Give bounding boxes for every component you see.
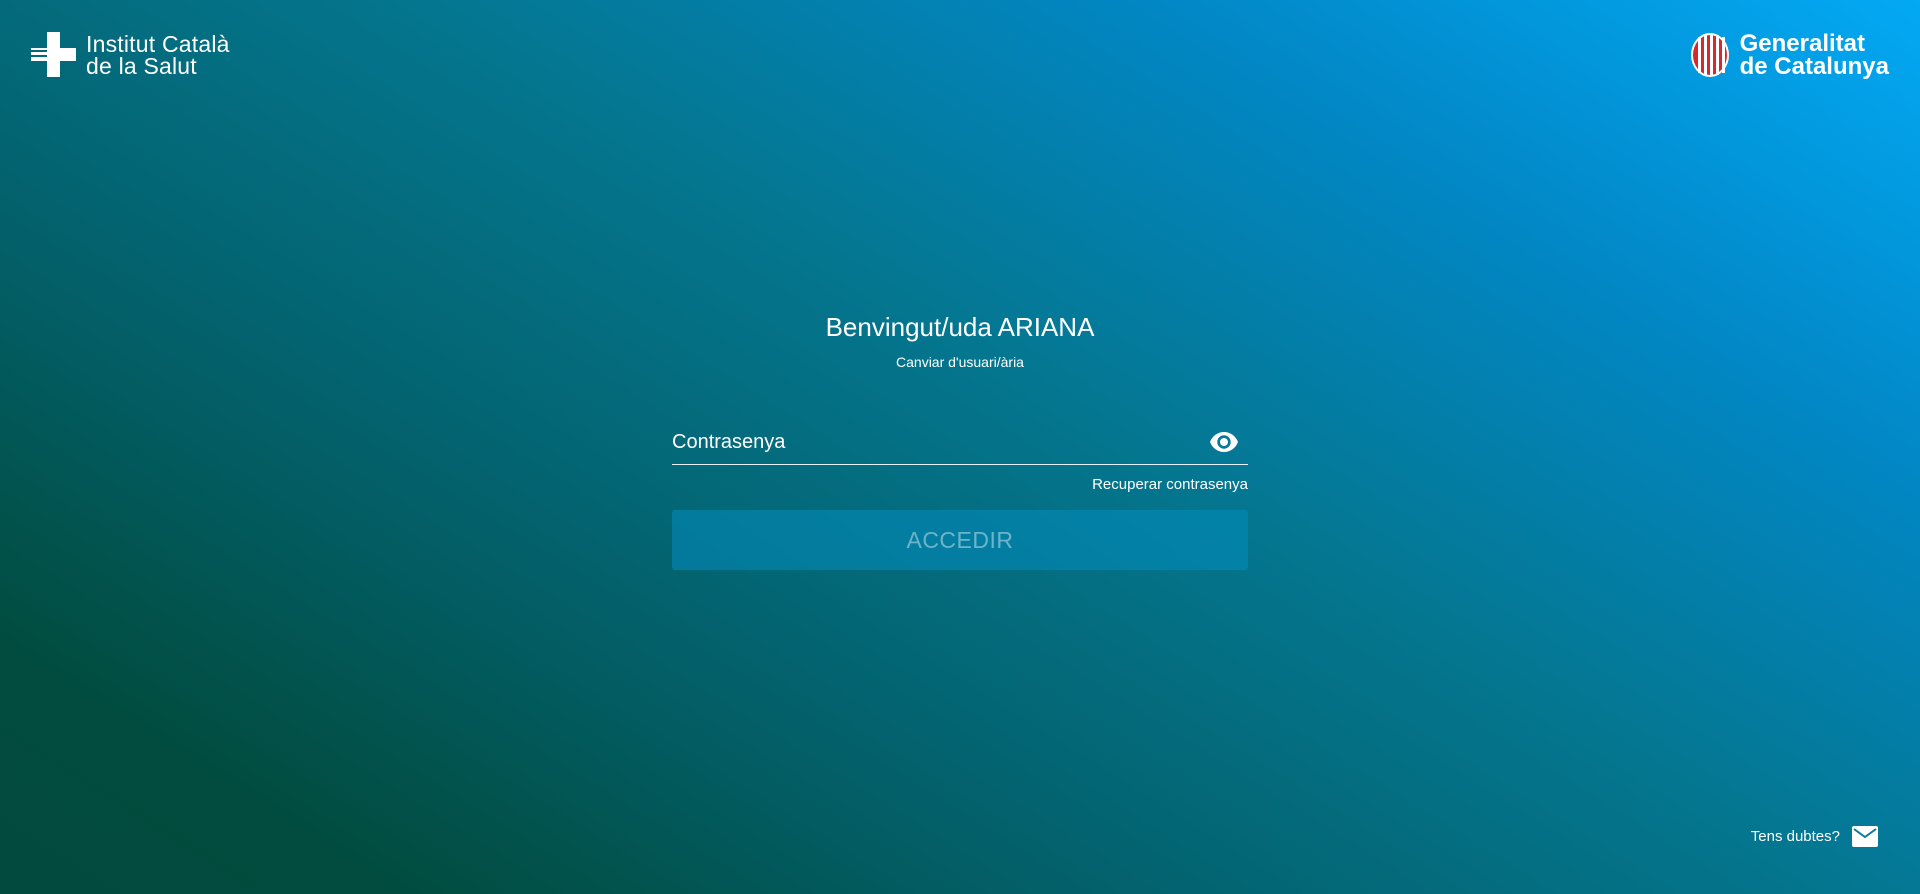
change-user-link[interactable]: Canviar d'usuari/ària: [672, 354, 1248, 370]
password-field: [672, 420, 1248, 465]
mail-icon: [1852, 826, 1878, 847]
gencat-name-line1: Generalitat: [1739, 30, 1865, 57]
gencat-name-line2: de Catalunya: [1739, 53, 1889, 80]
eye-icon[interactable]: [1210, 430, 1238, 454]
ics-logo: Institut Català de la Salut: [31, 32, 230, 77]
welcome-title: Benvingut/uda ARIANA: [825, 312, 1095, 342]
recover-password-link[interactable]: Recuperar contrasenya: [672, 476, 1248, 493]
help-label: Tens dubtes?: [1750, 828, 1840, 845]
password-input[interactable]: [672, 420, 1248, 464]
gencat-logo-icon: [1690, 33, 1729, 77]
gencat-name: Generalitat de Catalunya: [1739, 30, 1889, 80]
ics-cross-logo-icon: [31, 32, 76, 77]
ics-name: Institut Català de la Salut: [86, 30, 230, 79]
ics-name-line1: Institut Català: [86, 30, 230, 57]
ics-name-line2: de la Salut: [86, 52, 197, 79]
help-contact[interactable]: Tens dubtes?: [1751, 826, 1878, 847]
gencat-logo: Generalitat de Catalunya: [1690, 30, 1889, 80]
login-form: Benvingut/uda ARIANA Canviar d'usuari/àr…: [672, 308, 1248, 570]
submit-button[interactable]: ACCEDIR: [672, 510, 1248, 570]
